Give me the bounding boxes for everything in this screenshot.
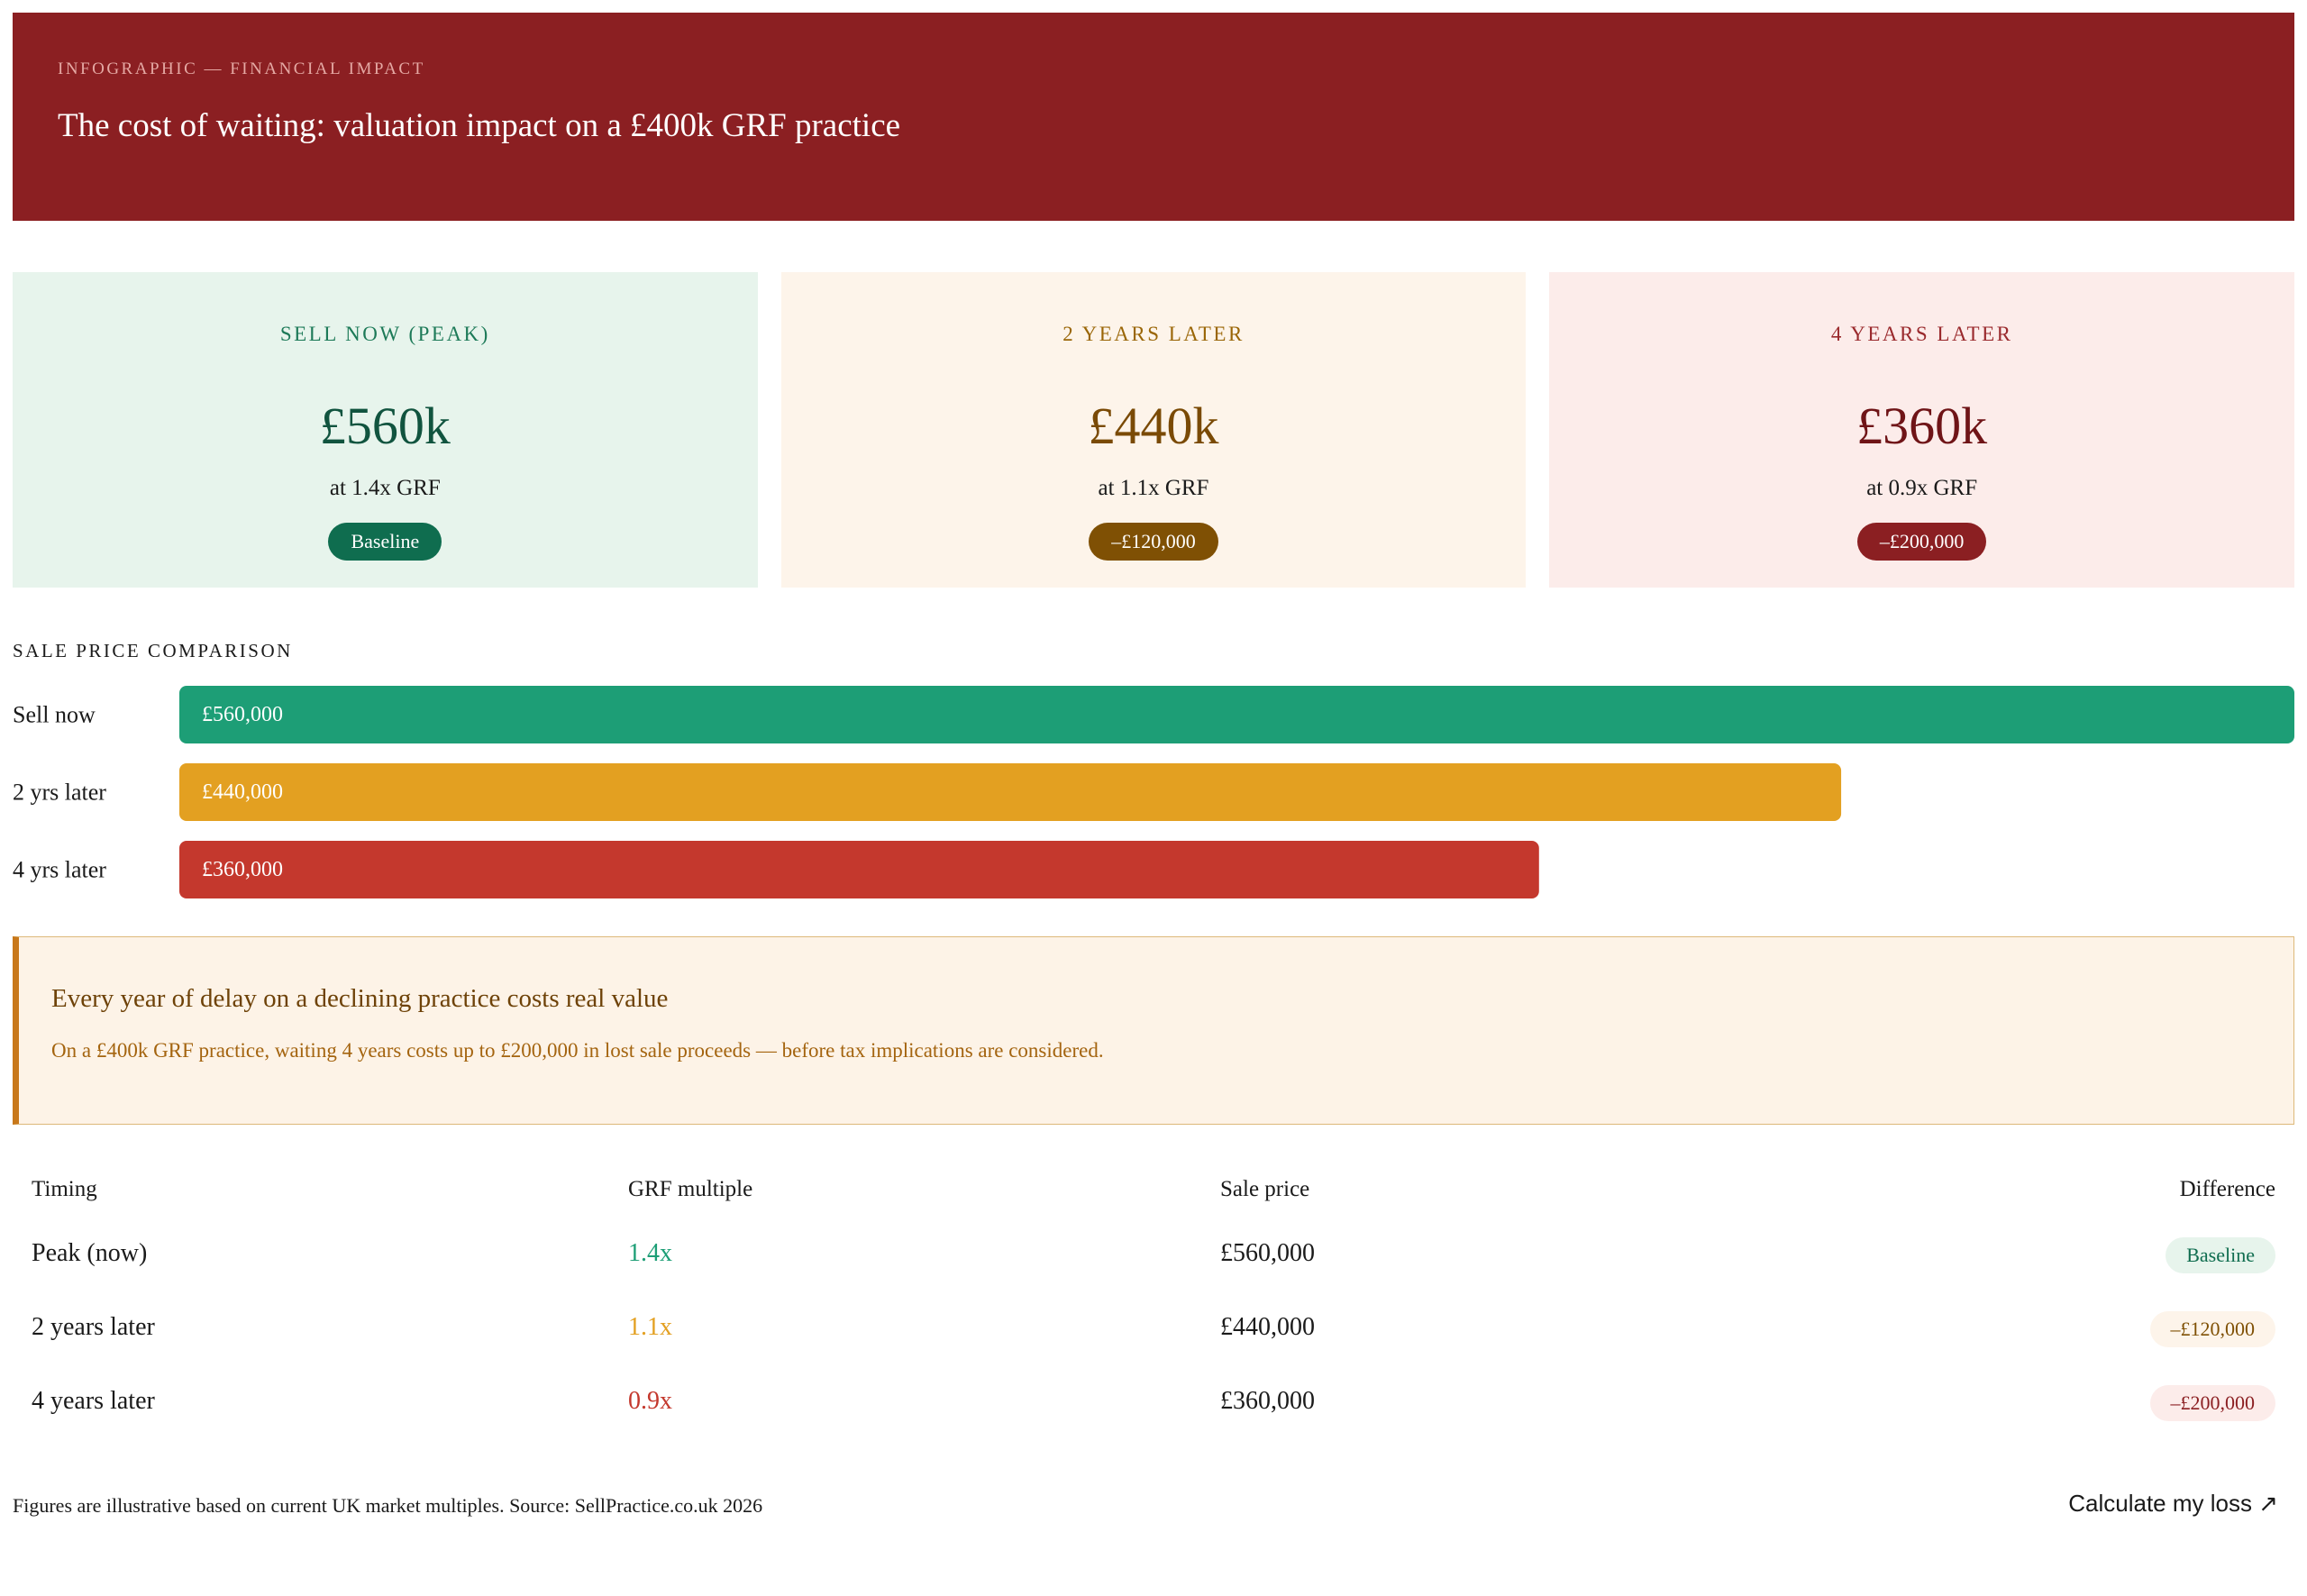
price-cell: £440,000 <box>1220 1313 1315 1341</box>
table-header: GRF multiple <box>628 1177 753 1201</box>
table-header: Timing <box>32 1177 97 1201</box>
card-value: £560k <box>319 397 451 455</box>
calculate-loss-link[interactable]: Calculate my loss ↗ <box>2068 1490 2278 1518</box>
card-multiple: at 1.1x GRF <box>1098 476 1209 500</box>
card-4-years: 4 YEARS LATER £360k at 0.9x GRF –£200,00… <box>1549 272 2295 588</box>
page: INFOGRAPHIC — FINANCIAL IMPACT The cost … <box>0 0 2307 1596</box>
multiple-cell: 0.9x <box>628 1387 672 1415</box>
header-banner: INFOGRAPHIC — FINANCIAL IMPACT The cost … <box>13 13 2294 221</box>
timing-cell: 2 years later <box>32 1313 155 1341</box>
chart-title: SALE PRICE COMPARISON <box>13 640 293 661</box>
card-badge: –£120,000 <box>1089 523 1218 561</box>
card-value: £440k <box>1088 397 1219 455</box>
footer-note: Figures are illustrative based on curren… <box>13 1494 763 1517</box>
scenario-cards: SELL NOW (PEAK) £560k at 1.4x GRF Baseli… <box>13 272 2295 588</box>
table-row: 4 years later 0.9x £360,000 –£200,000 <box>13 1364 2294 1438</box>
callout-text: On a £400k GRF practice, waiting 4 years… <box>51 1039 1104 1062</box>
difference-pill: –£200,000 <box>2149 1384 2275 1421</box>
callout-box: Every year of delay on a declining pract… <box>13 936 2294 1125</box>
bar-value-label: £560,000 <box>202 703 283 726</box>
card-sell-now: SELL NOW (PEAK) £560k at 1.4x GRF Baseli… <box>13 272 758 588</box>
card-badge: –£200,000 <box>1856 523 1987 561</box>
card-label: 4 YEARS LATER <box>1830 323 2013 345</box>
timing-cell: 4 years later <box>32 1387 155 1415</box>
bar <box>179 686 2294 743</box>
sale-price-bar-chart: Sell now £560,000 2 yrs later £440,000 4 yrs… <box>13 686 2294 898</box>
comparison-table: Timing GRF multiple Sale price Differenc… <box>13 1163 2294 1438</box>
bar <box>179 763 1842 821</box>
table-header: Sale price <box>1220 1177 1310 1201</box>
table-row: Peak (now) 1.4x £560,000 Baseline <box>13 1217 2294 1290</box>
card-multiple: at 0.9x GRF <box>1866 476 1978 500</box>
callout-title: Every year of delay on a declining pract… <box>51 984 669 1013</box>
table-header-row: Timing GRF multiple Sale price Differenc… <box>13 1163 2294 1217</box>
price-cell: £360,000 <box>1220 1387 1315 1415</box>
difference-pill: Baseline <box>2166 1236 2275 1273</box>
header-kicker: INFOGRAPHIC — FINANCIAL IMPACT <box>58 59 425 78</box>
category-label: Sell now <box>13 702 96 728</box>
multiple-cell: 1.1x <box>628 1313 672 1341</box>
category-label: 2 yrs later <box>13 780 106 806</box>
multiple-cell: 1.4x <box>628 1239 672 1267</box>
page-title: The cost of waiting: valuation impact on… <box>58 107 901 144</box>
card-multiple: at 1.4x GRF <box>329 476 441 500</box>
price-cell: £560,000 <box>1220 1239 1315 1267</box>
category-label: 4 yrs later <box>13 857 106 883</box>
card-value: £360k <box>1856 397 1988 455</box>
card-label: SELL NOW (PEAK) <box>279 323 490 345</box>
card-label: 2 YEARS LATER <box>1062 323 1245 345</box>
table-header: Difference <box>2179 1177 2275 1201</box>
table-row: 2 years later 1.1x £440,000 –£120,000 <box>13 1290 2294 1364</box>
bar-value-label: £440,000 <box>202 780 283 804</box>
bar <box>179 841 1539 898</box>
bar-value-label: £360,000 <box>202 858 283 881</box>
difference-pill: –£120,000 <box>2149 1310 2275 1347</box>
timing-cell: Peak (now) <box>32 1239 148 1267</box>
card-2-years: 2 YEARS LATER £440k at 1.1x GRF –£120,00… <box>780 272 1527 588</box>
card-badge: Baseline <box>328 523 442 561</box>
